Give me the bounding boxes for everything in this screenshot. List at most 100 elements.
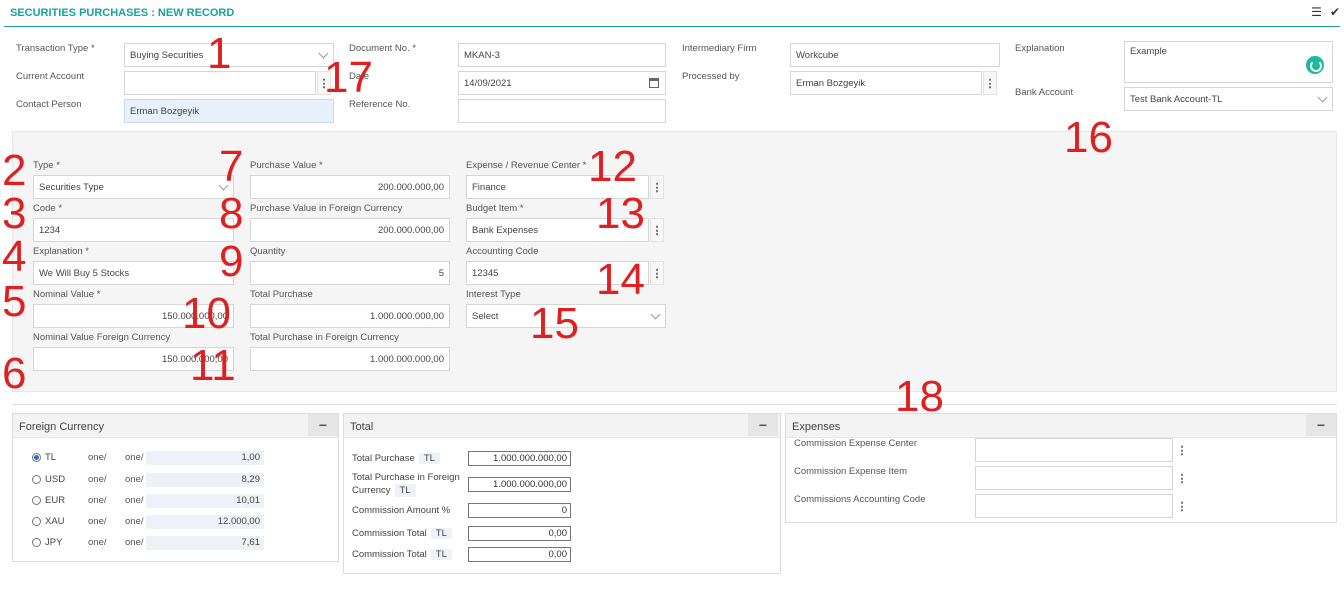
check-icon[interactable]: ✔ bbox=[1330, 5, 1340, 19]
type-select[interactable]: Securities Type bbox=[33, 175, 234, 199]
explanation-textarea[interactable]: Example bbox=[1124, 41, 1333, 83]
document-no-input[interactable]: MKAN-3 bbox=[458, 43, 666, 67]
currency-radio[interactable] bbox=[32, 538, 41, 547]
commission-expense-item-input[interactable] bbox=[975, 466, 1173, 490]
annotation-17: 17 bbox=[324, 53, 373, 102]
contact-person-input[interactable]: Erman Bozgeyik bbox=[124, 99, 334, 123]
commission-expense-center-more-icon[interactable]: ⋮ bbox=[1175, 438, 1189, 462]
currency-code: TL bbox=[45, 452, 57, 463]
date-input[interactable]: 14/09/2021 bbox=[458, 71, 666, 95]
currency-row[interactable]: JPY bbox=[32, 537, 62, 548]
interest-type-label: Interest Type bbox=[466, 289, 521, 300]
processed-by-input[interactable]: Erman Bozgeyik bbox=[790, 71, 982, 95]
refresh-icon[interactable] bbox=[1306, 56, 1324, 74]
processed-by-more-icon[interactable]: ⋮ bbox=[983, 71, 997, 95]
currency-unit-a: one/ bbox=[88, 537, 107, 548]
current-account-label: Current Account bbox=[16, 71, 85, 82]
annotation-9: 9 bbox=[219, 237, 244, 286]
collapse-foreign-currency-button[interactable]: − bbox=[308, 414, 338, 436]
intermediary-firm-input[interactable]: Workcube bbox=[790, 43, 1000, 67]
commissions-accounting-code-label: Commissions Accounting Code bbox=[794, 494, 926, 505]
commission-amount-label: Commission Amount % bbox=[352, 505, 451, 516]
currency-code: EUR bbox=[45, 495, 66, 506]
annotation-4: 4 bbox=[2, 232, 27, 281]
currency-unit-b: one/ bbox=[125, 516, 144, 527]
commission-total-1-field[interactable]: 0,00 bbox=[468, 526, 571, 541]
quantity-label: Quantity bbox=[250, 246, 286, 257]
currency-radio[interactable] bbox=[32, 453, 41, 462]
total-purchase-field[interactable]: 1.000.000.000,00 bbox=[468, 451, 571, 466]
commission-expense-center-input[interactable] bbox=[975, 438, 1173, 462]
currency-rate-field[interactable]: 10,01 bbox=[146, 494, 264, 508]
currency-radio[interactable] bbox=[32, 475, 41, 484]
currency-rate-field[interactable]: 8,29 bbox=[146, 473, 264, 487]
annotation-13: 13 bbox=[596, 189, 645, 238]
intermediary-firm-label: Intermediary Firm bbox=[682, 43, 757, 54]
reference-no-input[interactable] bbox=[458, 99, 666, 123]
collapse-total-button[interactable]: − bbox=[748, 414, 778, 436]
annotation-7: 7 bbox=[219, 142, 244, 191]
commission-expense-item-more-icon[interactable]: ⋮ bbox=[1175, 466, 1189, 490]
annotation-3: 3 bbox=[2, 189, 27, 238]
currency-row[interactable]: EUR bbox=[32, 495, 65, 506]
budget-item-label: Budget Item * bbox=[466, 203, 524, 214]
processed-by-label: Processed by bbox=[682, 71, 740, 82]
currency-radio[interactable] bbox=[32, 517, 41, 526]
budget-item-more-icon[interactable]: ⋮ bbox=[650, 218, 664, 242]
currency-unit-b: one/ bbox=[125, 474, 144, 485]
expense-center-more-icon[interactable]: ⋮ bbox=[650, 175, 664, 199]
currency-rate-field[interactable]: 12.000,00 bbox=[146, 515, 264, 529]
annotation-1: 1 bbox=[207, 29, 232, 78]
currency-unit-b: one/ bbox=[125, 537, 144, 548]
commission-total-2-field[interactable]: 0,00 bbox=[468, 547, 571, 562]
currency-row[interactable]: XAU bbox=[32, 516, 65, 527]
expense-center-label: Expense / Revenue Center * bbox=[466, 160, 587, 171]
annotation-15: 15 bbox=[530, 299, 579, 348]
quantity-input[interactable]: 5 bbox=[250, 261, 450, 285]
annotation-2: 2 bbox=[2, 146, 27, 195]
currency-rate-field[interactable]: 1,00 bbox=[146, 451, 264, 465]
currency-code: USD bbox=[45, 474, 66, 485]
code-label: Code * bbox=[33, 203, 63, 214]
chevron-down-icon bbox=[650, 309, 661, 320]
total-title: Total bbox=[344, 414, 780, 438]
annotation-14: 14 bbox=[596, 255, 645, 304]
purchase-fc-input[interactable]: 200.000.000,00 bbox=[250, 218, 450, 242]
accounting-code-more-icon[interactable]: ⋮ bbox=[650, 261, 664, 285]
nominal-fc-label: Nominal Value Foreign Currency bbox=[33, 332, 171, 343]
title-divider bbox=[4, 26, 1340, 27]
annotation-6: 6 bbox=[2, 349, 27, 398]
commissions-accounting-code-more-icon[interactable]: ⋮ bbox=[1175, 494, 1189, 518]
detail-explanation-input[interactable]: We Will Buy 5 Stocks bbox=[33, 261, 234, 285]
commission-amount-field[interactable]: 0 bbox=[468, 503, 571, 518]
commissions-accounting-code-input[interactable] bbox=[975, 494, 1173, 518]
currency-row[interactable]: USD bbox=[32, 474, 65, 485]
bank-account-select[interactable]: Test Bank Account-TL bbox=[1124, 87, 1333, 111]
type-label: Type * bbox=[33, 160, 60, 171]
total-purchase-fc-field[interactable]: 1.000.000.000,00 bbox=[468, 477, 571, 492]
annotation-18: 18 bbox=[895, 372, 944, 421]
currency-code: JPY bbox=[45, 537, 63, 548]
currency-radio[interactable] bbox=[32, 496, 41, 505]
currency-rate-field[interactable]: 7,61 bbox=[146, 536, 264, 550]
total-purchase-fc-row-label: Total Purchase in Foreign Currency TL bbox=[352, 472, 460, 497]
purchase-value-label: Purchase Value * bbox=[250, 160, 323, 171]
chevron-down-icon bbox=[1317, 92, 1328, 103]
collapse-expenses-button[interactable]: − bbox=[1306, 414, 1336, 436]
nominal-value-label: Nominal Value * bbox=[33, 289, 101, 300]
currency-unit-a: one/ bbox=[88, 474, 107, 485]
annotation-5: 5 bbox=[2, 277, 27, 326]
explanation-label: Explanation bbox=[1015, 43, 1065, 54]
list-icon[interactable]: ☰ bbox=[1311, 5, 1322, 19]
currency-row[interactable]: TL bbox=[32, 452, 56, 463]
code-input[interactable]: 1234 bbox=[33, 218, 234, 242]
currency-unit-b: one/ bbox=[125, 495, 144, 506]
commission-total-1-label: Commission Total TL bbox=[352, 528, 452, 539]
total-purchase-fc-input[interactable]: 1.000.000.000,00 bbox=[250, 347, 450, 371]
calendar-icon[interactable] bbox=[649, 78, 659, 88]
bank-account-label: Bank Account bbox=[1015, 87, 1074, 98]
currency-unit-a: one/ bbox=[88, 516, 107, 527]
purchase-value-input[interactable]: 200.000.000,00 bbox=[250, 175, 450, 199]
currency-unit-a: one/ bbox=[88, 452, 107, 463]
total-purchase-input[interactable]: 1.000.000.000,00 bbox=[250, 304, 450, 328]
